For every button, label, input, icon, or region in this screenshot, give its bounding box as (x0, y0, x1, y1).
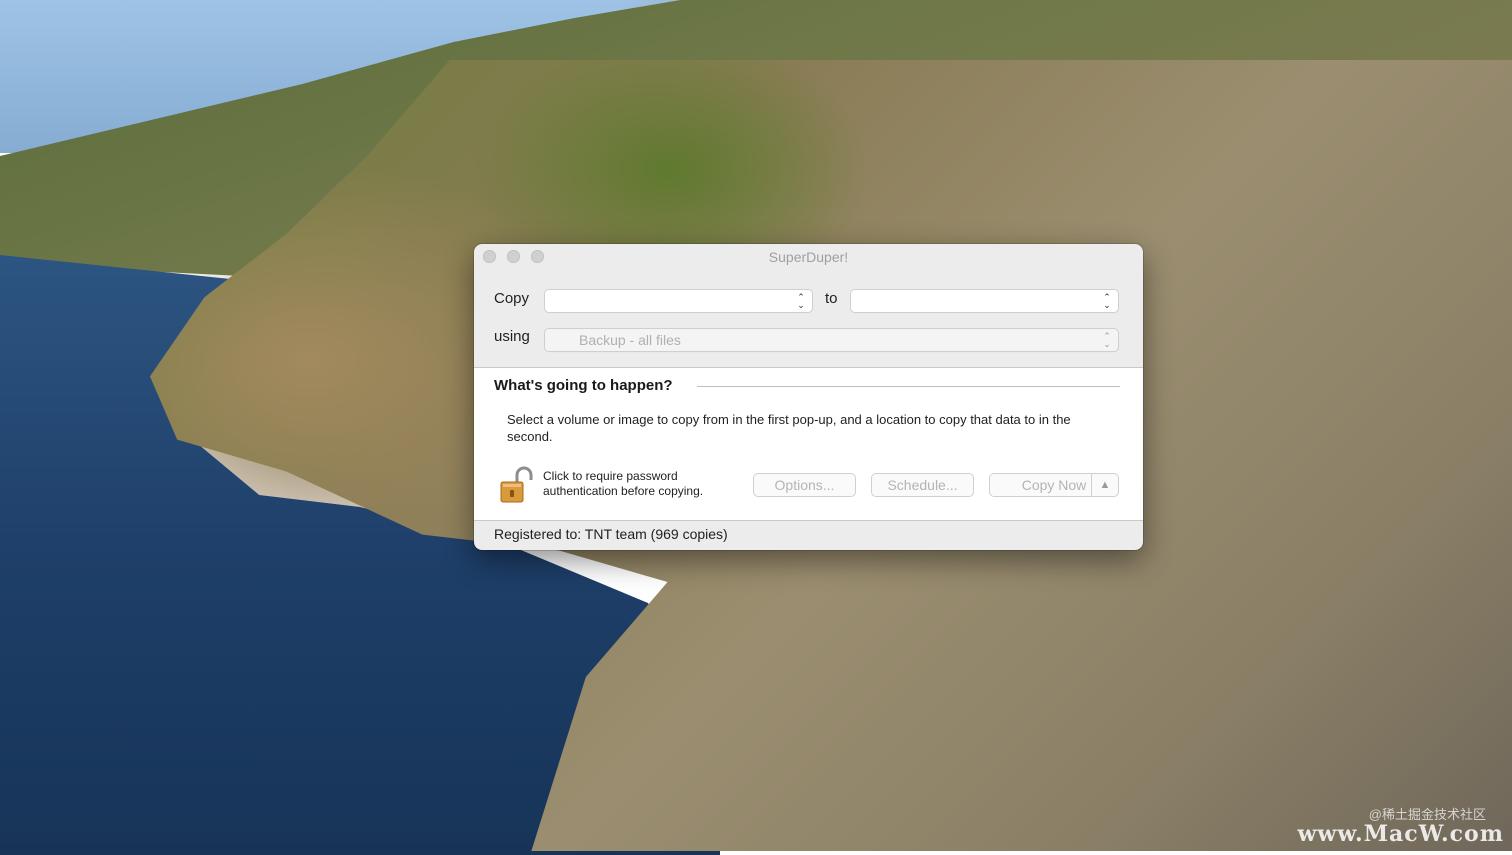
lock-description: Click to require password authentication… (543, 469, 703, 499)
superduper-window: SuperDuper! Copy ⌃ ⌄ to ⌃ ⌄ using Backup -… (474, 244, 1143, 550)
options-button[interactable]: Options... (754, 474, 855, 496)
unlocked-padlock-icon[interactable] (499, 466, 533, 504)
close-window-button[interactable] (483, 250, 496, 263)
script-popup[interactable]: Backup - all files ⌃ ⌄ (545, 329, 1118, 351)
updown-chevron-icon: ⌃ ⌄ (1103, 331, 1111, 349)
watermark-brand: www.MacW.com (1297, 821, 1504, 847)
source-popup[interactable]: ⌃ ⌄ (545, 290, 812, 312)
updown-chevron-icon: ⌃ ⌄ (1103, 292, 1111, 310)
registration-status: Registered to: TNT team (969 copies) (494, 526, 728, 542)
copy-label: Copy (494, 290, 530, 307)
schedule-button[interactable]: Schedule... (872, 474, 973, 496)
title-bar: SuperDuper! (474, 244, 1143, 270)
using-row: using (494, 328, 530, 345)
window-controls (483, 250, 544, 263)
info-heading: What's going to happen? (494, 377, 673, 394)
window-title: SuperDuper! (768, 249, 849, 265)
copy-row: Copy (494, 290, 529, 307)
to-label: to (825, 290, 838, 307)
minimize-window-button[interactable] (507, 250, 520, 263)
using-label: using (494, 328, 530, 345)
copy-now-button[interactable]: Copy Now ▲ (990, 474, 1118, 496)
lock-text-line1: Click to require password (543, 469, 678, 483)
heading-divider (697, 386, 1120, 387)
script-value: Backup - all files (579, 332, 681, 348)
info-description: Select a volume or image to copy from in… (507, 412, 1071, 444)
updown-chevron-icon: ⌃ ⌄ (797, 292, 805, 310)
copy-now-menu-arrow[interactable]: ▲ (1091, 474, 1118, 496)
copy-now-label: Copy Now (1021, 477, 1087, 493)
destination-popup[interactable]: ⌃ ⌄ (851, 290, 1118, 312)
to-row: to (825, 290, 838, 307)
zoom-window-button[interactable] (531, 250, 544, 263)
lock-text-line2: authentication before copying. (543, 484, 704, 498)
